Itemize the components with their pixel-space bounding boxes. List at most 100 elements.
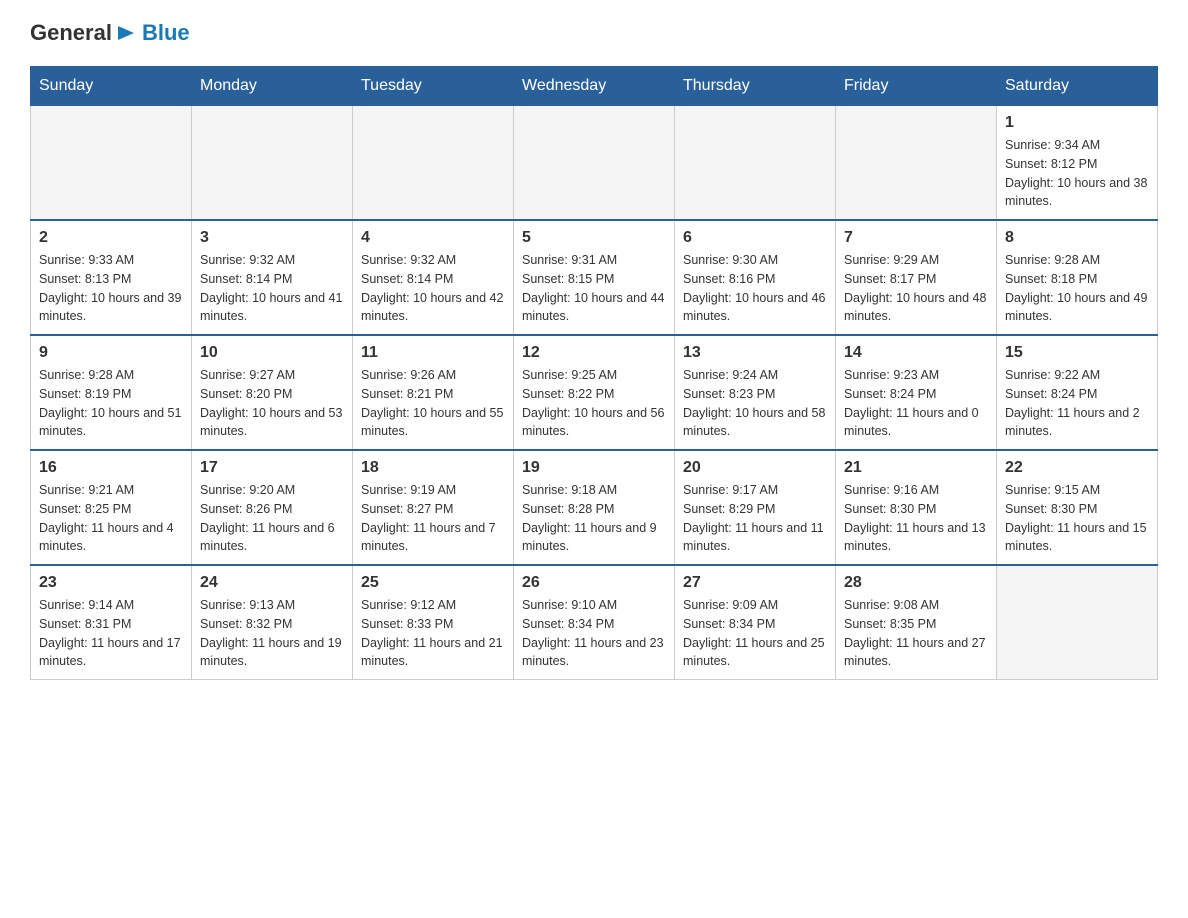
day-info: Sunrise: 9:31 AMSunset: 8:15 PMDaylight:…	[522, 251, 666, 326]
day-number: 23	[39, 574, 183, 592]
calendar-day-cell: 14Sunrise: 9:23 AMSunset: 8:24 PMDayligh…	[836, 335, 997, 450]
day-info: Sunrise: 9:22 AMSunset: 8:24 PMDaylight:…	[1005, 366, 1149, 441]
calendar-day-cell: 25Sunrise: 9:12 AMSunset: 8:33 PMDayligh…	[353, 565, 514, 680]
calendar-day-cell: 19 Sunrise: 9:18 AMSunset: 8:28 PMDayligh…	[514, 450, 675, 565]
day-number: 20	[683, 459, 827, 477]
day-number: 13	[683, 344, 827, 362]
day-info: Sunrise: 9:13 AMSunset: 8:32 PMDaylight:…	[200, 596, 344, 671]
day-number: 7	[844, 229, 988, 247]
logo-arrow-icon	[116, 22, 138, 44]
day-info: Sunrise: 9:28 AMSunset: 8:19 PMDaylight:…	[39, 366, 183, 441]
calendar-day-cell: 26 Sunrise: 9:10 AMSunset: 8:34 PMDayligh…	[514, 565, 675, 680]
day-info: Sunrise: 9:25 AMSunset: 8:22 PMDaylight:…	[522, 366, 666, 441]
day-number: 15	[1005, 344, 1149, 362]
day-number: 26	[522, 574, 666, 592]
day-info: Sunrise: 9:18 AMSunset: 8:28 PMDaylight:…	[522, 481, 666, 556]
calendar-week-row: 1 Sunrise: 9:34 AMSunset: 8:12 PMDaylight…	[31, 106, 1158, 221]
day-number: 5	[522, 229, 666, 247]
calendar-day-cell: 6 Sunrise: 9:30 AMSunset: 8:16 PMDaylight…	[675, 220, 836, 335]
day-info: Sunrise: 9:29 AMSunset: 8:17 PMDaylight:…	[844, 251, 988, 326]
calendar-day-cell: 9 Sunrise: 9:28 AMSunset: 8:19 PMDaylight…	[31, 335, 192, 450]
day-info: Sunrise: 9:32 AMSunset: 8:14 PMDaylight:…	[200, 251, 344, 326]
calendar-day-cell: 22 Sunrise: 9:15 AMSunset: 8:30 PMDayligh…	[997, 450, 1158, 565]
day-number: 27	[683, 574, 827, 592]
calendar-day-cell	[31, 106, 192, 221]
day-number: 18	[361, 459, 505, 477]
day-info: Sunrise: 9:16 AMSunset: 8:30 PMDaylight:…	[844, 481, 988, 556]
day-info: Sunrise: 9:33 AMSunset: 8:13 PMDaylight:…	[39, 251, 183, 326]
day-number: 11	[361, 344, 505, 362]
calendar-week-row: 2 Sunrise: 9:33 AMSunset: 8:13 PMDaylight…	[31, 220, 1158, 335]
calendar-day-cell: 20 Sunrise: 9:17 AMSunset: 8:29 PMDayligh…	[675, 450, 836, 565]
calendar-day-cell: 28 Sunrise: 9:08 AMSunset: 8:35 PMDayligh…	[836, 565, 997, 680]
day-info: Sunrise: 9:32 AMSunset: 8:14 PMDaylight:…	[361, 251, 505, 326]
day-number: 24	[200, 574, 344, 592]
calendar-week-row: 16Sunrise: 9:21 AMSunset: 8:25 PMDayligh…	[31, 450, 1158, 565]
column-header-thursday: Thursday	[675, 67, 836, 106]
day-info: Sunrise: 9:08 AMSunset: 8:35 PMDaylight:…	[844, 596, 988, 671]
day-info: Sunrise: 9:10 AMSunset: 8:34 PMDaylight:…	[522, 596, 666, 671]
calendar-day-cell: 7 Sunrise: 9:29 AMSunset: 8:17 PMDaylight…	[836, 220, 997, 335]
calendar-day-cell: 27 Sunrise: 9:09 AMSunset: 8:34 PMDayligh…	[675, 565, 836, 680]
calendar-day-cell: 15 Sunrise: 9:22 AMSunset: 8:24 PMDayligh…	[997, 335, 1158, 450]
day-info: Sunrise: 9:20 AMSunset: 8:26 PMDaylight:…	[200, 481, 344, 556]
day-number: 21	[844, 459, 988, 477]
day-number: 22	[1005, 459, 1149, 477]
day-info: Sunrise: 9:24 AMSunset: 8:23 PMDaylight:…	[683, 366, 827, 441]
column-header-saturday: Saturday	[997, 67, 1158, 106]
calendar-day-cell	[997, 565, 1158, 680]
column-header-sunday: Sunday	[31, 67, 192, 106]
calendar-day-cell	[514, 106, 675, 221]
calendar-week-row: 9 Sunrise: 9:28 AMSunset: 8:19 PMDaylight…	[31, 335, 1158, 450]
day-number: 1	[1005, 114, 1149, 132]
day-number: 9	[39, 344, 183, 362]
day-info: Sunrise: 9:19 AMSunset: 8:27 PMDaylight:…	[361, 481, 505, 556]
day-info: Sunrise: 9:12 AMSunset: 8:33 PMDaylight:…	[361, 596, 505, 671]
calendar-day-cell	[353, 106, 514, 221]
day-number: 28	[844, 574, 988, 592]
calendar-day-cell: 5 Sunrise: 9:31 AMSunset: 8:15 PMDaylight…	[514, 220, 675, 335]
calendar-day-cell: 11 Sunrise: 9:26 AMSunset: 8:21 PMDayligh…	[353, 335, 514, 450]
calendar-day-cell: 12 Sunrise: 9:25 AMSunset: 8:22 PMDayligh…	[514, 335, 675, 450]
calendar-day-cell: 24 Sunrise: 9:13 AMSunset: 8:32 PMDayligh…	[192, 565, 353, 680]
day-number: 10	[200, 344, 344, 362]
calendar-day-cell: 10 Sunrise: 9:27 AMSunset: 8:20 PMDayligh…	[192, 335, 353, 450]
calendar-header-row: SundayMondayTuesdayWednesdayThursdayFrid…	[31, 67, 1158, 106]
day-info: Sunrise: 9:30 AMSunset: 8:16 PMDaylight:…	[683, 251, 827, 326]
logo-general-text: General	[30, 20, 112, 46]
day-info: Sunrise: 9:27 AMSunset: 8:20 PMDaylight:…	[200, 366, 344, 441]
logo-blue-text: Blue	[142, 20, 190, 46]
day-number: 6	[683, 229, 827, 247]
day-number: 12	[522, 344, 666, 362]
page-header: General Blue	[30, 20, 1158, 46]
calendar-day-cell: 13 Sunrise: 9:24 AMSunset: 8:23 PMDayligh…	[675, 335, 836, 450]
day-number: 8	[1005, 229, 1149, 247]
day-number: 2	[39, 229, 183, 247]
calendar-day-cell: 21 Sunrise: 9:16 AMSunset: 8:30 PMDayligh…	[836, 450, 997, 565]
column-header-wednesday: Wednesday	[514, 67, 675, 106]
calendar-day-cell: 23 Sunrise: 9:14 AMSunset: 8:31 PMDayligh…	[31, 565, 192, 680]
day-info: Sunrise: 9:15 AMSunset: 8:30 PMDaylight:…	[1005, 481, 1149, 556]
day-info: Sunrise: 9:09 AMSunset: 8:34 PMDaylight:…	[683, 596, 827, 671]
day-number: 3	[200, 229, 344, 247]
day-number: 19	[522, 459, 666, 477]
calendar-table: SundayMondayTuesdayWednesdayThursdayFrid…	[30, 66, 1158, 680]
day-info: Sunrise: 9:28 AMSunset: 8:18 PMDaylight:…	[1005, 251, 1149, 326]
day-info: Sunrise: 9:17 AMSunset: 8:29 PMDaylight:…	[683, 481, 827, 556]
calendar-day-cell: 8 Sunrise: 9:28 AMSunset: 8:18 PMDaylight…	[997, 220, 1158, 335]
day-info: Sunrise: 9:26 AMSunset: 8:21 PMDaylight:…	[361, 366, 505, 441]
calendar-day-cell	[192, 106, 353, 221]
calendar-day-cell: 17 Sunrise: 9:20 AMSunset: 8:26 PMDayligh…	[192, 450, 353, 565]
calendar-day-cell: 3 Sunrise: 9:32 AMSunset: 8:14 PMDaylight…	[192, 220, 353, 335]
day-number: 17	[200, 459, 344, 477]
day-info: Sunrise: 9:14 AMSunset: 8:31 PMDaylight:…	[39, 596, 183, 671]
column-header-monday: Monday	[192, 67, 353, 106]
calendar-week-row: 23 Sunrise: 9:14 AMSunset: 8:31 PMDayligh…	[31, 565, 1158, 680]
day-info: Sunrise: 9:34 AMSunset: 8:12 PMDaylight:…	[1005, 136, 1149, 211]
calendar-day-cell: 2 Sunrise: 9:33 AMSunset: 8:13 PMDaylight…	[31, 220, 192, 335]
calendar-day-cell: 4 Sunrise: 9:32 AMSunset: 8:14 PMDaylight…	[353, 220, 514, 335]
calendar-day-cell	[675, 106, 836, 221]
day-number: 4	[361, 229, 505, 247]
column-header-friday: Friday	[836, 67, 997, 106]
calendar-day-cell: 16Sunrise: 9:21 AMSunset: 8:25 PMDayligh…	[31, 450, 192, 565]
